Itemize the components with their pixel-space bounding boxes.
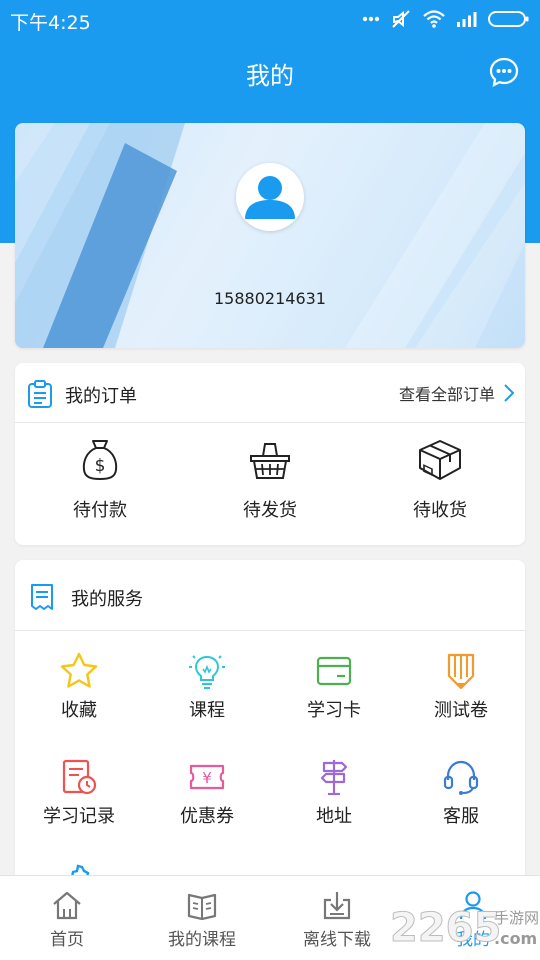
service-favorites[interactable]: 收藏 <box>24 652 134 722</box>
service-test-paper[interactable]: 测试卷 <box>406 652 516 722</box>
status-bar: 下午4:25 <box>0 0 540 38</box>
site-watermark: 2265 手游网 .com <box>389 905 540 960</box>
service-label: 收藏 <box>61 700 97 721</box>
avatar[interactable] <box>236 163 304 231</box>
user-avatar-icon <box>245 176 295 219</box>
service-label: 学习卡 <box>307 700 361 721</box>
page-title: 我的 <box>246 62 294 90</box>
services-title: 我的服务 <box>71 589 143 610</box>
message-icon[interactable] <box>488 56 520 88</box>
battery-icon <box>488 11 529 27</box>
orders-header: 我的订单 查看全部订单 <box>15 363 525 423</box>
card-icon <box>316 656 352 686</box>
watermark-text-bottom: .com <box>494 929 538 948</box>
tab-my-courses[interactable]: 我的课程 <box>137 890 267 950</box>
service-coupons[interactable]: ¥ 优惠券 <box>152 758 262 828</box>
package-icon <box>419 440 461 480</box>
service-label: 优惠券 <box>180 806 234 827</box>
pencil-icon <box>447 653 475 690</box>
wifi-icon <box>423 10 445 28</box>
watermark-text-top: 手游网 <box>494 909 540 927</box>
order-item-label: 待收货 <box>413 500 467 521</box>
order-pending-receipt[interactable]: 待收货 <box>380 438 500 522</box>
tab-home[interactable]: 首页 <box>2 890 132 950</box>
book-icon <box>187 893 217 920</box>
service-label: 学习记录 <box>43 806 115 827</box>
service-address[interactable]: 地址 <box>279 758 389 828</box>
tab-label: 首页 <box>50 930 84 950</box>
lightbulb-icon <box>189 655 225 689</box>
order-pending-shipment[interactable]: 待发货 <box>210 438 330 522</box>
coupon-icon: ¥ <box>189 764 225 790</box>
profile-card[interactable]: 15880214631 <box>15 123 525 348</box>
view-all-label: 查看全部订单 <box>398 385 495 404</box>
order-item-label: 待付款 <box>73 500 127 521</box>
service-label: 测试卷 <box>434 700 488 721</box>
mute-icon <box>392 10 410 28</box>
order-pending-payment[interactable]: $ 待付款 <box>40 438 160 522</box>
tab-label: 离线下载 <box>303 930 371 950</box>
home-icon <box>53 891 81 920</box>
service-label: 课程 <box>189 700 225 721</box>
chevron-right-icon <box>504 384 515 402</box>
receipt-icon <box>31 584 53 610</box>
services-header: 我的服务 <box>15 560 525 631</box>
service-label: 地址 <box>316 806 352 827</box>
basket-icon <box>250 443 290 479</box>
signpost-icon <box>320 760 348 796</box>
service-study-card[interactable]: 学习卡 <box>279 652 389 722</box>
money-bag-icon: $ <box>82 440 118 481</box>
star-icon <box>60 652 98 688</box>
svg-text:¥: ¥ <box>202 769 212 787</box>
tab-offline-download[interactable]: 离线下载 <box>272 890 402 950</box>
tab-label: 我的课程 <box>168 930 236 950</box>
service-customer-support[interactable]: 客服 <box>406 758 516 828</box>
service-study-record[interactable]: 学习记录 <box>24 758 134 828</box>
download-icon <box>323 892 351 920</box>
status-time: 下午4:25 <box>10 12 91 34</box>
services-card: 我的服务 收藏 课程 学习卡 测试卷 学习记录 ¥ 优惠券 地址 客服 <box>15 560 525 890</box>
service-courses[interactable]: 课程 <box>152 652 262 722</box>
view-all-orders-link[interactable]: 查看全部订单 <box>399 381 515 405</box>
card-decoration <box>15 123 525 348</box>
clipboard-icon <box>28 380 52 408</box>
record-icon <box>62 759 97 795</box>
watermark-number: 2265 <box>389 905 502 952</box>
orders-card: 我的订单 查看全部订单 $ 待付款 待发货 待收货 <box>15 363 525 545</box>
signal-icon <box>457 12 477 27</box>
headset-icon <box>443 760 479 795</box>
status-icons <box>362 6 530 32</box>
order-item-label: 待发货 <box>243 500 297 521</box>
svg-text:$: $ <box>95 456 106 476</box>
user-phone: 15880214631 <box>214 289 326 308</box>
orders-title: 我的订单 <box>65 386 137 407</box>
more-dots-icon <box>362 16 380 22</box>
service-label: 客服 <box>443 806 479 827</box>
